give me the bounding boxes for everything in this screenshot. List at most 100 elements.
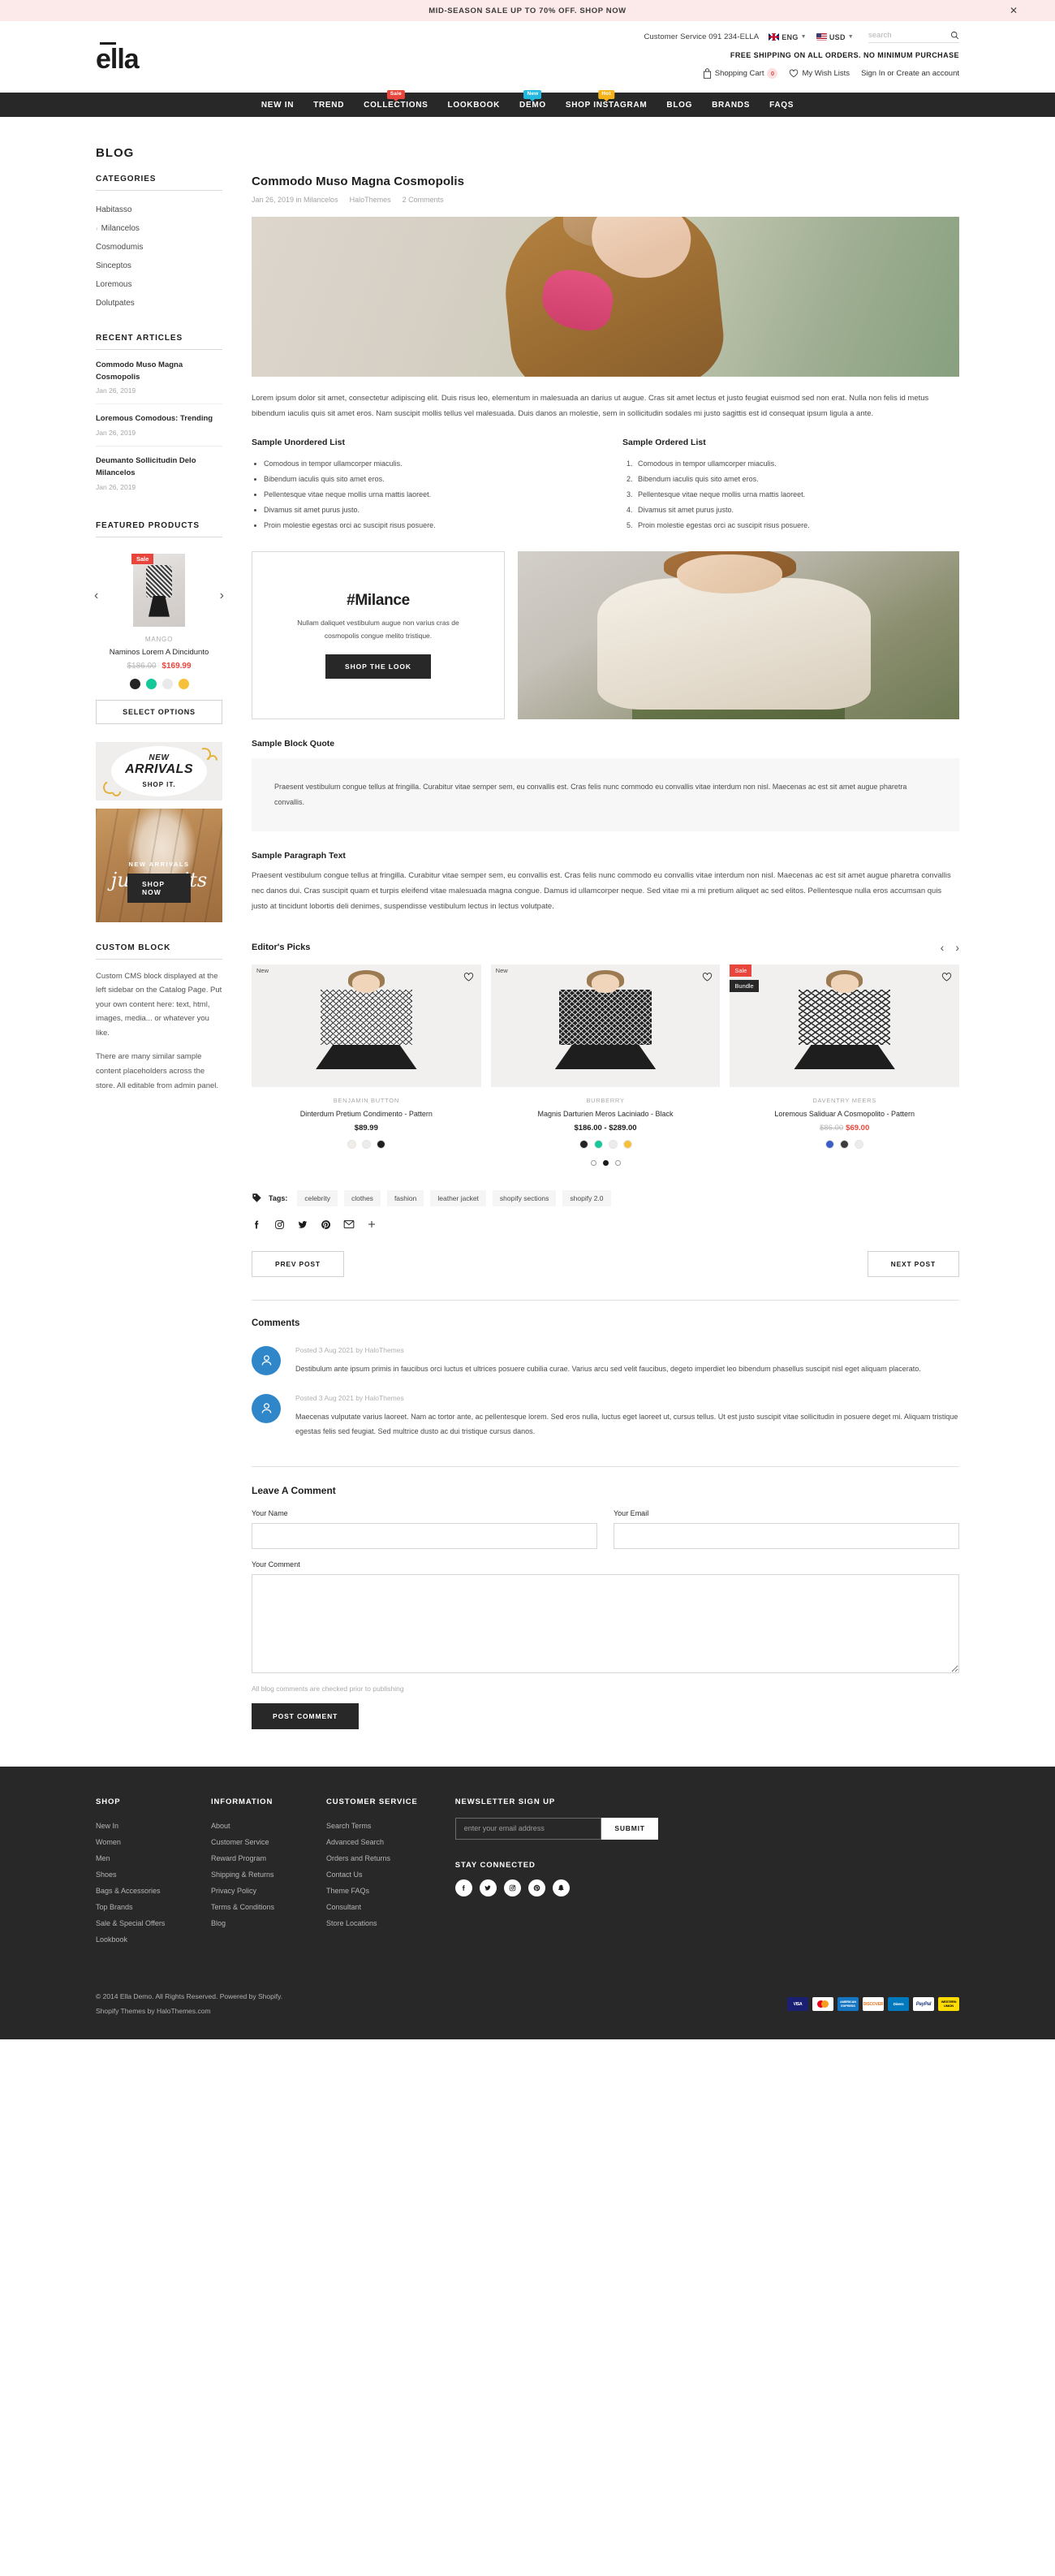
color-swatch[interactable]	[376, 1139, 385, 1149]
chevron-left-icon[interactable]: ‹	[941, 942, 945, 953]
language-selector[interactable]: ENG ▼	[769, 33, 807, 41]
color-swatch[interactable]	[622, 1139, 632, 1149]
featured-product-image[interactable]	[133, 553, 185, 627]
instagram-icon[interactable]	[503, 1879, 521, 1896]
newsletter-submit-button[interactable]: SUBMIT	[601, 1817, 658, 1840]
pinterest-icon[interactable]	[321, 1219, 331, 1230]
search-input[interactable]	[868, 31, 950, 40]
nav-item-demo[interactable]: New DEMO	[519, 90, 546, 110]
footer-link[interactable]: Reward Program	[211, 1850, 289, 1866]
product-name[interactable]: Dinterdum Pretium Condimento - Pattern	[252, 1110, 481, 1118]
footer-link[interactable]: Sale & Special Offers	[96, 1915, 174, 1931]
tag-chip[interactable]: leather jacket	[430, 1189, 486, 1206]
footer-link[interactable]: New In	[96, 1818, 174, 1834]
search-box[interactable]	[868, 31, 959, 43]
newsletter-input[interactable]	[454, 1817, 602, 1840]
color-swatch[interactable]	[608, 1139, 618, 1149]
select-options-button[interactable]: SELECT OPTIONS	[96, 699, 222, 724]
tag-chip[interactable]: shopify sections	[492, 1189, 557, 1206]
post-comment-button[interactable]: POST COMMENT	[252, 1702, 360, 1729]
color-swatch[interactable]	[579, 1139, 588, 1149]
footer-link[interactable]: Contact Us	[326, 1866, 418, 1883]
color-swatch[interactable]	[593, 1139, 603, 1149]
comment-textarea[interactable]	[252, 1573, 959, 1673]
color-swatch[interactable]	[145, 678, 157, 689]
footer-link[interactable]: Orders and Returns	[326, 1850, 418, 1866]
prev-post-button[interactable]: PREV POST	[252, 1250, 344, 1277]
category-item-milancelos[interactable]: › Milancelos	[96, 219, 222, 238]
footer-link[interactable]: Advanced Search	[326, 1834, 418, 1850]
footer-link[interactable]: Bags & Accessories	[96, 1883, 174, 1899]
snapchat-icon[interactable]	[552, 1879, 570, 1896]
nav-item-trend[interactable]: TREND	[313, 101, 344, 110]
color-swatch[interactable]	[161, 678, 173, 689]
footer-link[interactable]: Lookbook	[96, 1931, 174, 1948]
recent-article-title[interactable]: Commodo Muso Magna Cosmopolis	[96, 360, 222, 383]
email-icon[interactable]	[343, 1219, 355, 1229]
copyright-line-2[interactable]: Shopify Themes by HaloThemes.com	[96, 2004, 282, 2019]
footer-link[interactable]: Store Locations	[326, 1915, 418, 1931]
carousel-dot[interactable]	[602, 1159, 609, 1166]
footer-link[interactable]: Customer Service	[211, 1834, 289, 1850]
nav-item-collections[interactable]: Sale COLLECTIONS	[364, 90, 428, 110]
color-swatch[interactable]	[178, 678, 189, 689]
close-icon[interactable]: ✕	[1010, 6, 1018, 15]
tag-chip[interactable]: celebrity	[297, 1189, 338, 1206]
tag-chip[interactable]: shopify 2.0	[562, 1189, 611, 1206]
footer-link[interactable]: Women	[96, 1834, 174, 1850]
next-post-button[interactable]: NEXT POST	[867, 1250, 959, 1277]
wishlist-button[interactable]: My Wish Lists	[789, 69, 850, 78]
recent-article-title[interactable]: Deumanto Sollicitudin Delo Milancelos	[96, 455, 222, 479]
footer-link[interactable]: About	[211, 1818, 289, 1834]
chevron-left-icon[interactable]: ‹	[94, 589, 98, 602]
nav-item-lookbook[interactable]: LOOKBOOK	[448, 101, 501, 110]
promo-jumpsuits-banner[interactable]: NEW ARRIVALS jumpsuits SHOP NOW	[96, 808, 222, 922]
footer-link[interactable]: Top Brands	[96, 1899, 174, 1915]
product-image[interactable]: New	[490, 964, 721, 1087]
search-icon[interactable]	[950, 31, 959, 40]
footer-link[interactable]: Terms & Conditions	[211, 1899, 289, 1915]
instagram-icon[interactable]	[274, 1219, 285, 1230]
product-image[interactable]: New	[252, 964, 481, 1087]
email-input[interactable]	[614, 1522, 959, 1549]
nav-item-shop-instagram[interactable]: Hot SHOP INSTAGRAM	[566, 90, 648, 110]
shopping-cart-button[interactable]: Shopping Cart 0	[703, 68, 778, 79]
announcement-text[interactable]: MID-SEASON SALE UP TO 70% OFF. SHOP NOW	[428, 6, 627, 15]
site-logo[interactable]: ella	[96, 42, 140, 73]
product-name[interactable]: Magnis Darturien Meros Laciniado - Black	[491, 1110, 721, 1118]
carousel-dot[interactable]	[590, 1159, 596, 1166]
nav-item-brands[interactable]: BRANDS	[712, 101, 750, 110]
category-item-loremous[interactable]: Loremous	[96, 275, 222, 294]
facebook-icon[interactable]	[252, 1219, 262, 1230]
product-image[interactable]: Sale Bundle	[730, 964, 960, 1087]
pinterest-icon[interactable]	[528, 1879, 545, 1896]
color-swatch[interactable]	[825, 1139, 835, 1149]
carousel-dot[interactable]	[614, 1159, 621, 1166]
footer-link[interactable]: Shipping & Returns	[211, 1866, 289, 1883]
currency-selector[interactable]: USD ▼	[816, 33, 854, 41]
tag-chip[interactable]: clothes	[344, 1189, 381, 1206]
chevron-right-icon[interactable]: ›	[220, 589, 224, 602]
color-swatch[interactable]	[129, 678, 140, 689]
footer-link[interactable]: Privacy Policy	[211, 1883, 289, 1899]
color-swatch[interactable]	[855, 1139, 864, 1149]
color-swatch[interactable]	[840, 1139, 850, 1149]
shop-now-button[interactable]: SHOP NOW	[127, 873, 191, 903]
category-item-dolutpates[interactable]: Dolutpates	[96, 294, 222, 313]
footer-link[interactable]: Blog	[211, 1915, 289, 1931]
heart-icon[interactable]	[702, 972, 713, 982]
category-item-cosmodumis[interactable]: Cosmodumis	[96, 238, 222, 257]
color-swatch[interactable]	[361, 1139, 371, 1149]
promo-new-arrivals-banner[interactable]: NEW ARRIVALS SHOP IT.	[96, 741, 222, 800]
footer-link[interactable]: Theme FAQs	[326, 1883, 418, 1899]
heart-icon[interactable]	[463, 972, 474, 982]
color-swatch[interactable]	[347, 1139, 356, 1149]
footer-link[interactable]: Men	[96, 1850, 174, 1866]
product-name[interactable]: Loremous Saliduar A Cosmopolito - Patter…	[730, 1110, 959, 1118]
nav-item-blog[interactable]: BLOG	[666, 101, 692, 110]
shop-the-look-button[interactable]: SHOP THE LOOK	[325, 654, 431, 679]
tag-chip[interactable]: fashion	[386, 1189, 424, 1206]
nav-item-new-in[interactable]: NEW IN	[261, 101, 294, 110]
footer-link[interactable]: Search Terms	[326, 1818, 418, 1834]
category-item-sinceptos[interactable]: Sinceptos	[96, 257, 222, 275]
